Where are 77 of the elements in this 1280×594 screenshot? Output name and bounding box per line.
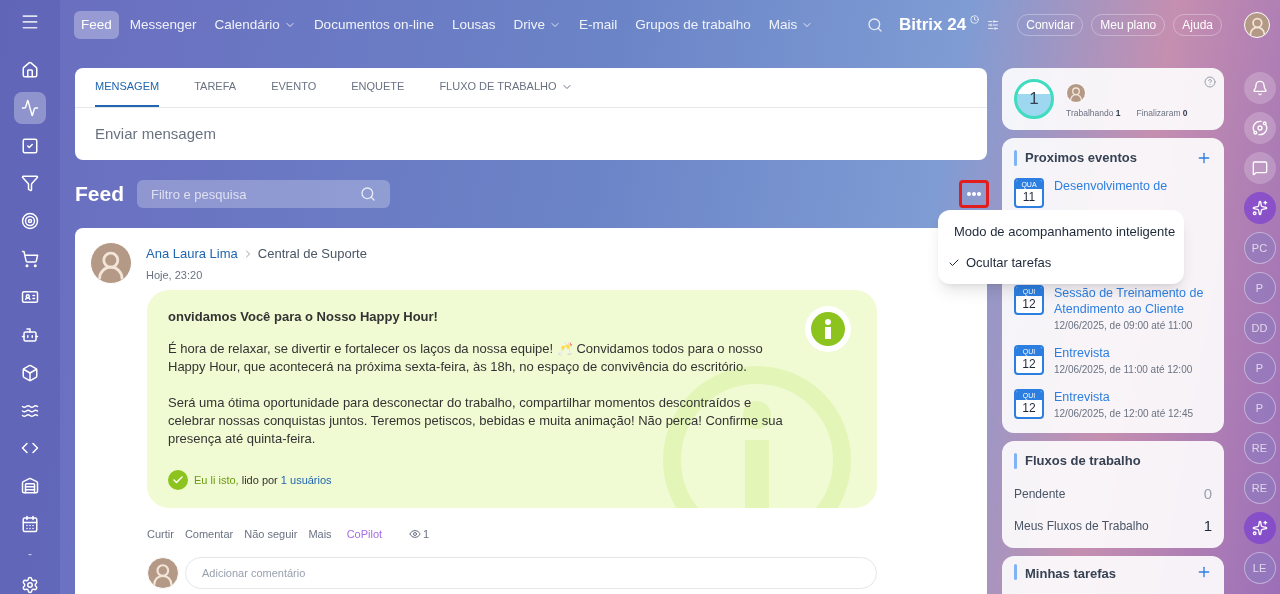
logo-text: Bitrix 24 <box>899 14 967 37</box>
menu-item[interactable]: Modo de acompanhamento inteligente <box>938 216 1184 247</box>
worktime-counter[interactable]: 1 <box>1014 79 1054 120</box>
feed-title: Feed <box>75 181 124 208</box>
nav-tab[interactable]: Grupos de trabalho <box>628 11 758 39</box>
user-avatar[interactable]: P <box>1243 272 1276 304</box>
post-action-link[interactable]: Mais <box>308 526 332 543</box>
event-title-link[interactable]: Desenvolvimento de <box>1054 177 1168 194</box>
author-link[interactable]: Ana Laura Lima <box>146 244 238 264</box>
user-avatar[interactable]: P <box>1243 352 1276 384</box>
post-action-link[interactable]: CoPilot <box>346 526 383 543</box>
menu-item[interactable]: Ocultar tarefas <box>938 247 1184 278</box>
spiral-icon[interactable] <box>1243 112 1276 144</box>
destination-text: Central de Suporte <box>257 245 367 263</box>
nav-tab[interactable]: E-mail <box>572 11 625 39</box>
workflow-label[interactable]: Pendente <box>1014 485 1204 504</box>
composer-tab[interactable]: ENQUETE <box>351 68 405 107</box>
workflow-label[interactable]: Meus Fluxos de Trabalho <box>1014 517 1204 536</box>
tasks-title: Minhas tarefas <box>1025 565 1118 584</box>
post-action-link[interactable]: Curtir <box>147 526 174 543</box>
nav-tab[interactable]: Documentos on-line <box>306 11 441 39</box>
bell-icon[interactable] <box>1243 72 1276 104</box>
user-avatar[interactable]: DD <box>1243 312 1276 344</box>
composer-tab[interactable]: TAREFA <box>194 68 237 107</box>
working-count: Trabalhando 1 <box>1066 106 1121 120</box>
nav-tab[interactable]: Drive <box>506 11 568 39</box>
user-avatar[interactable]: RE <box>1243 472 1276 504</box>
post-time: Hoje, 23:20 <box>146 267 204 283</box>
finished-count: Finalizaram 0 <box>1136 106 1188 120</box>
user-avatar[interactable]: PC <box>1243 232 1276 264</box>
chat-icon[interactable] <box>1243 152 1276 184</box>
read-confirmation-text: Eu li isto, lido por 1 usuários <box>194 473 332 488</box>
more-button[interactable] <box>959 180 989 208</box>
author-avatar <box>90 242 132 284</box>
post-title: onvidamos Você para o Nosso Happy Hour! <box>168 308 439 326</box>
search-icon[interactable] <box>867 17 884 33</box>
nav-tab[interactable]: Mais <box>761 11 821 39</box>
event-time: 12/06/2025, de 09:00 até 11:00 <box>1054 318 1194 333</box>
comment-input[interactable]: Adicionar comentário <box>185 556 877 589</box>
workflow-count: 1 <box>1203 516 1212 536</box>
nav-tab[interactable]: Feed <box>74 11 119 39</box>
event-time: 12/06/2025, de 11:00 até 12:00 <box>1054 362 1193 377</box>
sparkle-icon[interactable] <box>1243 512 1276 544</box>
user-avatar[interactable]: LE <box>1243 552 1276 584</box>
message-field[interactable]: Enviar mensagem <box>75 108 987 160</box>
composer-tab[interactable]: EVENTO <box>271 68 317 107</box>
user-avatar[interactable]: RE <box>1243 432 1276 464</box>
view-count: 1 <box>409 526 430 543</box>
workflow-count: 0 <box>1203 484 1212 504</box>
user-avatar <box>1244 12 1270 38</box>
clock-icon <box>970 14 980 24</box>
activity-icon[interactable] <box>14 91 46 124</box>
post-action-link[interactable]: Não seguir <box>244 526 298 543</box>
commenter-avatar <box>147 556 179 589</box>
user-avatar[interactable]: P <box>1243 392 1276 424</box>
event-title-link[interactable]: Sessão de Treinamento de Atendimento ao Cliente <box>1054 284 1212 317</box>
post-paragraph: É hora de relaxar, se divertir e fortalecer os laços da nossa equipe! 🥂 Convidamos todos para o nosso Happy Hour, que acontecerá na próxima sexta-feira, às 18h, no espaço de convivência do escritório. <box>168 340 764 376</box>
menu-icon[interactable] <box>20 12 40 32</box>
info-icon <box>805 306 851 352</box>
nav-tab[interactable]: Calendário <box>207 11 303 39</box>
post-paragraph: Será uma ótima oportunidade para desconectar do trabalho, compartilhar momentos descontraídos e celebrar nossas conquistas juntos. Teremos petiscos, bebidas e muita animação! Não perca! Confirme sua presença até quinta-feira. <box>168 394 784 448</box>
workflows-title: Fluxos de trabalho <box>1025 451 1141 470</box>
more-icon <box>967 192 981 196</box>
nav-tab[interactable]: Lousas <box>444 11 503 39</box>
user-avatar <box>1066 82 1086 103</box>
event-title-link[interactable]: Entrevista <box>1054 344 1193 361</box>
add-icon[interactable] <box>1196 150 1212 166</box>
sliders-icon[interactable] <box>987 19 1000 31</box>
sparkle-icon[interactable] <box>1243 192 1276 224</box>
post-action-link[interactable]: Comentar <box>184 526 234 543</box>
event-time: 12/06/2025, de 12:00 até 12:45 <box>1054 406 1193 421</box>
settings-icon[interactable] <box>21 576 39 594</box>
nav-tab[interactable]: Messenger <box>122 11 204 39</box>
event-title-link[interactable]: Entrevista <box>1054 388 1193 405</box>
events-title: Proximos eventos <box>1025 149 1138 168</box>
composer-tab[interactable]: FLUXO DE TRABALHO <box>439 68 573 107</box>
separator-text: - <box>28 546 32 563</box>
